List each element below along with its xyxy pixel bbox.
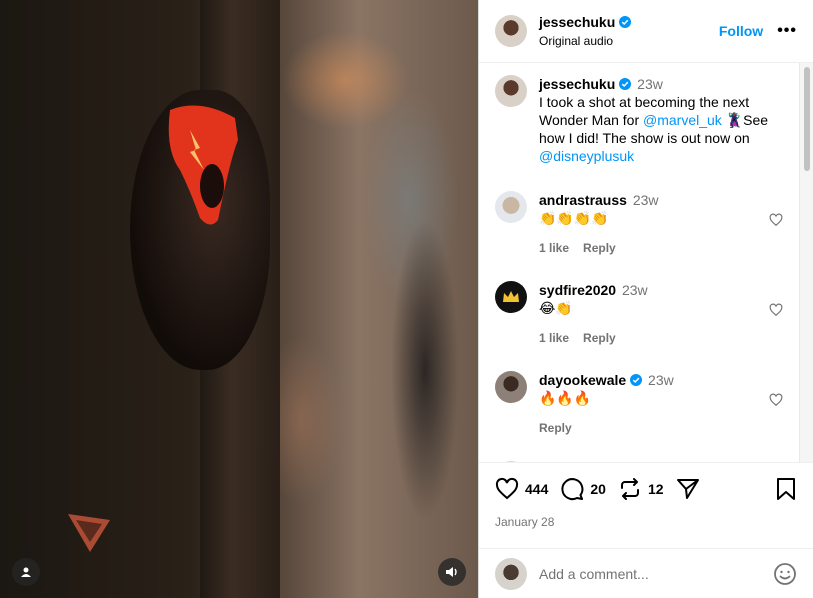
reply-button[interactable]: Reply (539, 421, 572, 435)
comment-time[interactable]: 23w (648, 372, 674, 388)
heart-icon[interactable] (495, 477, 519, 501)
comments-scrollbar[interactable] (799, 63, 813, 462)
action-icons: 444 20 12 (495, 463, 797, 515)
avatar[interactable] (495, 371, 527, 403)
comment-meta: Reply (539, 419, 783, 437)
comment-body: sydfire2020 23w 😂👏 1 like Reply (539, 281, 783, 347)
post-date[interactable]: January 28 (495, 515, 797, 529)
comment-icon[interactable] (560, 477, 584, 501)
comment-username-text[interactable]: dayookewale (539, 371, 626, 389)
comment-item: dayookewale 23w 🔥🔥🔥 Reply (479, 371, 799, 437)
caption-username[interactable]: jessechuku (539, 75, 632, 93)
comment-meta: 1 like Reply (539, 329, 783, 347)
like-count[interactable]: 1 like (539, 241, 569, 255)
emoji-picker-icon[interactable] (773, 562, 797, 586)
comment-username[interactable]: sydfire2020 (539, 281, 616, 299)
comment-time[interactable]: 23w (622, 282, 648, 298)
heart-icon[interactable] (769, 213, 783, 227)
caption-avatar[interactable] (495, 75, 527, 107)
comments-list: jessechuku 23w I took a shot at becoming… (479, 63, 799, 462)
hero-mask-image (168, 105, 238, 225)
add-comment-bar: Add a comment... (479, 548, 813, 598)
post-media[interactable] (0, 0, 478, 598)
comment-count[interactable]: 20 (590, 481, 606, 497)
action-bar: 444 20 12 January 28 (479, 462, 813, 548)
repost-count[interactable]: 12 (648, 481, 664, 497)
avatar[interactable] (495, 191, 527, 223)
caption: jessechuku 23w I took a shot at becoming… (479, 75, 799, 165)
scrollbar-thumb[interactable] (804, 67, 810, 171)
avatar[interactable] (495, 281, 527, 313)
share-icon[interactable] (676, 477, 700, 501)
avatar[interactable] (495, 15, 527, 47)
comment-body: dayookewale 23w 🔥🔥🔥 Reply (539, 371, 783, 437)
bookmark-icon[interactable] (775, 477, 797, 501)
author-username[interactable]: jessechuku (539, 14, 632, 30)
speaker-icon (446, 567, 457, 577)
current-user-avatar (495, 557, 527, 590)
author-username-text[interactable]: jessechuku (539, 14, 615, 30)
comment-item: andrastrauss 23w 👏👏👏👏 1 like Reply (479, 191, 799, 257)
comment-input[interactable]: Add a comment... (539, 566, 773, 582)
comment-meta: 1 like Reply (539, 239, 783, 257)
verified-badge-icon (630, 374, 643, 386)
comment-item: sydfire2020 23w 😂👏 1 like Reply (479, 281, 799, 347)
repost-icon[interactable] (618, 477, 642, 501)
post-panel: jessechuku Original audio Follow ••• jes… (478, 0, 813, 598)
like-count[interactable]: 444 (525, 481, 548, 497)
tagged-user-button[interactable] (12, 558, 40, 586)
comment-username[interactable]: dayookewale (539, 371, 643, 389)
more-options-icon[interactable]: ••• (777, 22, 797, 40)
reply-button[interactable]: Reply (583, 331, 616, 345)
caption-emoji: 🦹🏾‍♂️ (725, 112, 744, 128)
comment-text: 😂👏 (539, 300, 573, 316)
person-icon (21, 567, 31, 577)
caption-time[interactable]: 23w (637, 76, 663, 92)
caption-body: jessechuku 23w I took a shot at becoming… (539, 75, 783, 165)
post-header: jessechuku Original audio Follow ••• (479, 0, 813, 63)
comment-username[interactable]: andrastrauss (539, 191, 627, 209)
verified-badge-icon (619, 78, 632, 90)
author-info: jessechuku Original audio (539, 14, 719, 48)
crown-icon (503, 291, 519, 302)
repost-group: 12 (618, 477, 664, 501)
comment-time[interactable]: 23w (633, 192, 659, 208)
like-group: 444 (495, 477, 548, 501)
comment-body: andrastrauss 23w 👏👏👏👏 1 like Reply (539, 191, 783, 257)
lapel-badge-image (68, 514, 110, 552)
audio-label[interactable]: Original audio (539, 34, 719, 48)
comment-text: 🔥🔥🔥 (539, 390, 592, 406)
heart-icon[interactable] (769, 303, 783, 317)
like-count[interactable]: 1 like (539, 331, 569, 345)
mention-link[interactable]: @disneyplusuk (539, 148, 634, 164)
background-figure (370, 140, 478, 598)
reply-button[interactable]: Reply (583, 241, 616, 255)
comment-group: 20 (560, 477, 606, 501)
post: jessechuku Original audio Follow ••• jes… (0, 0, 813, 598)
mute-toggle-button[interactable] (438, 558, 466, 586)
verified-badge-icon (619, 16, 632, 28)
follow-button[interactable]: Follow (719, 23, 763, 39)
comment-text: 👏👏👏👏 (539, 210, 609, 226)
heart-icon[interactable] (769, 393, 783, 407)
caption-username-text[interactable]: jessechuku (539, 75, 615, 93)
mention-link[interactable]: @marvel_uk (643, 112, 722, 128)
